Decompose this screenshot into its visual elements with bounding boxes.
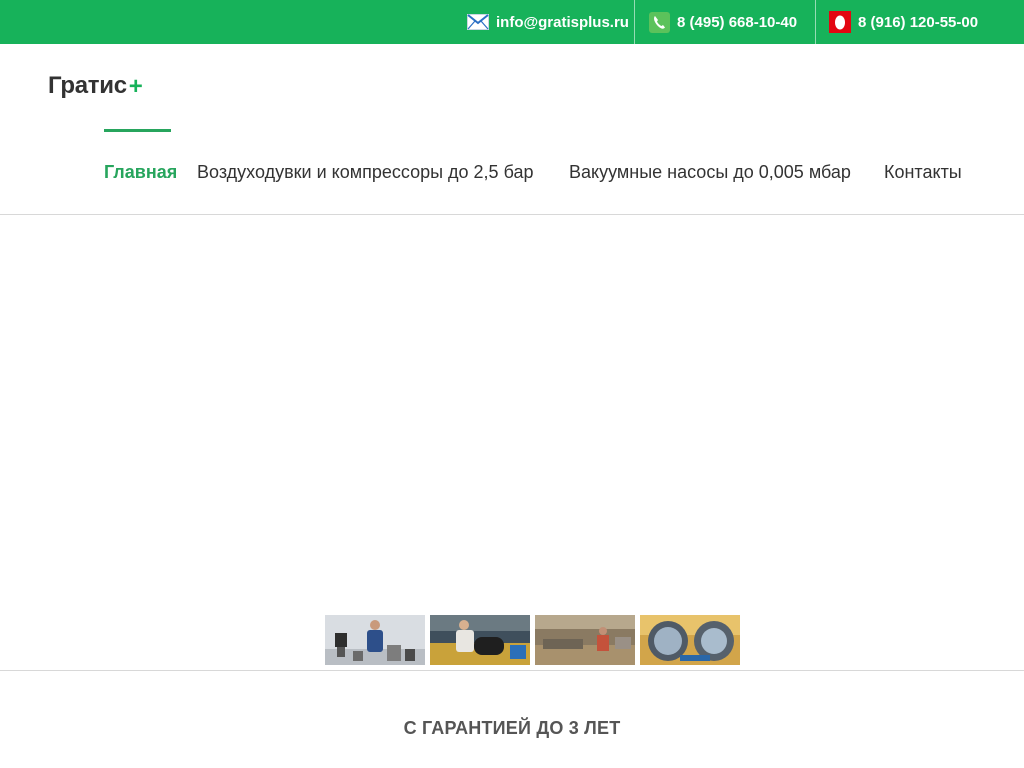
slider-thumbnails xyxy=(325,615,740,665)
thumbnail-blower-housing[interactable] xyxy=(640,615,740,665)
phone-landline-text: 8 (495) 668-10-40 xyxy=(677,13,798,31)
nav-active-indicator xyxy=(104,129,171,132)
email-text: info@gratisplus.ru xyxy=(496,13,629,31)
slider-divider xyxy=(0,670,1024,671)
phone-landline-link[interactable]: 8 (495) 668-10-40 xyxy=(649,0,797,44)
top-contact-bar: info@gratisplus.ru 8 (495) 668-10-40 8 (… xyxy=(0,0,1024,44)
guarantee-heading: С ГАРАНТИЕЙ ДО 3 ЛЕТ xyxy=(403,718,621,738)
thumbnail-worker[interactable] xyxy=(430,615,530,665)
thumbnail-presenter[interactable] xyxy=(325,615,425,665)
phone-mobile-text: 8 (916) 120-55-00 xyxy=(858,13,979,31)
phone-mobile-link[interactable]: 8 (916) 120-55-00 xyxy=(829,0,978,44)
mts-icon xyxy=(829,11,851,33)
nav-item-blowers[interactable]: Воздуходувки и компрессоры до 2,5 бар xyxy=(197,162,534,183)
phone-icon xyxy=(649,11,670,33)
email-link[interactable]: info@gratisplus.ru xyxy=(467,0,629,44)
nav-item-contacts[interactable]: Контакты xyxy=(884,162,962,183)
contact-divider xyxy=(815,0,816,44)
contact-divider xyxy=(634,0,635,44)
nav-item-vacuum-pumps[interactable]: Вакуумные насосы до 0,005 мбар xyxy=(569,162,851,183)
mail-icon xyxy=(467,14,489,30)
header-divider xyxy=(0,214,1024,215)
nav-item-home[interactable]: Главная xyxy=(104,162,177,183)
logo-text: Гратис xyxy=(48,72,127,99)
thumbnail-workshop[interactable] xyxy=(535,615,635,665)
logo-plus: + xyxy=(128,73,143,100)
site-logo[interactable]: Гратис+ xyxy=(48,72,143,100)
